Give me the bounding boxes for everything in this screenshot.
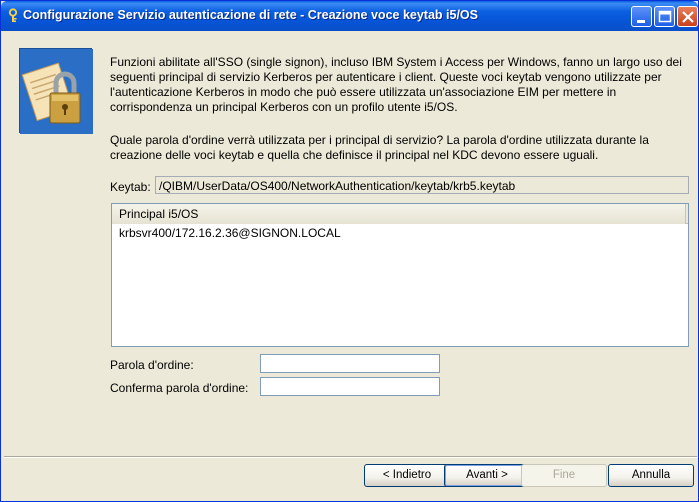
finish-button[interactable]: Fine	[521, 464, 607, 487]
principal-table[interactable]: Principal i5/OS krbsvr400/172.16.2.36@SI…	[111, 203, 689, 347]
intro-paragraph: Funzioni abilitate all'SSO (single signo…	[110, 55, 682, 114]
close-button[interactable]	[677, 6, 698, 27]
padlock-certificate-icon	[19, 48, 93, 134]
table-header: Principal i5/OS	[112, 204, 688, 224]
back-button[interactable]: < Indietro	[364, 464, 450, 487]
key-icon	[6, 8, 20, 23]
confirm-password-field[interactable]	[260, 377, 440, 396]
minimize-button[interactable]	[631, 6, 652, 27]
column-header-principal[interactable]: Principal i5/OS	[112, 204, 686, 224]
button-separator	[4, 456, 697, 458]
cancel-button[interactable]: Annulla	[608, 464, 694, 487]
confirm-password-label: Conferma parola d'ordine:	[110, 381, 249, 395]
next-button[interactable]: Avanti >	[444, 464, 530, 487]
window-title: Configurazione Servizio autenticazione d…	[23, 8, 478, 22]
password-label: Parola d'ordine:	[110, 358, 194, 372]
maximize-icon	[658, 10, 672, 23]
maximize-button[interactable]	[654, 6, 675, 27]
table-row[interactable]: krbsvr400/172.16.2.36@SIGNON.LOCAL	[112, 225, 688, 241]
title-bar[interactable]: Configurazione Servizio autenticazione d…	[1, 1, 698, 31]
password-question-paragraph: Quale parola d'ordine verrà utilizzata p…	[110, 133, 649, 162]
password-field[interactable]	[260, 354, 440, 373]
keytab-path-field: /QIBM/UserData/OS400/NetworkAuthenticati…	[155, 176, 689, 194]
dialog-content: Funzioni abilitate all'SSO (single signo…	[4, 31, 697, 501]
keytab-label: Keytab:	[110, 180, 151, 194]
minimize-icon	[637, 20, 645, 23]
wizard-window: Configurazione Servizio autenticazione d…	[0, 0, 699, 502]
close-icon	[682, 11, 694, 23]
